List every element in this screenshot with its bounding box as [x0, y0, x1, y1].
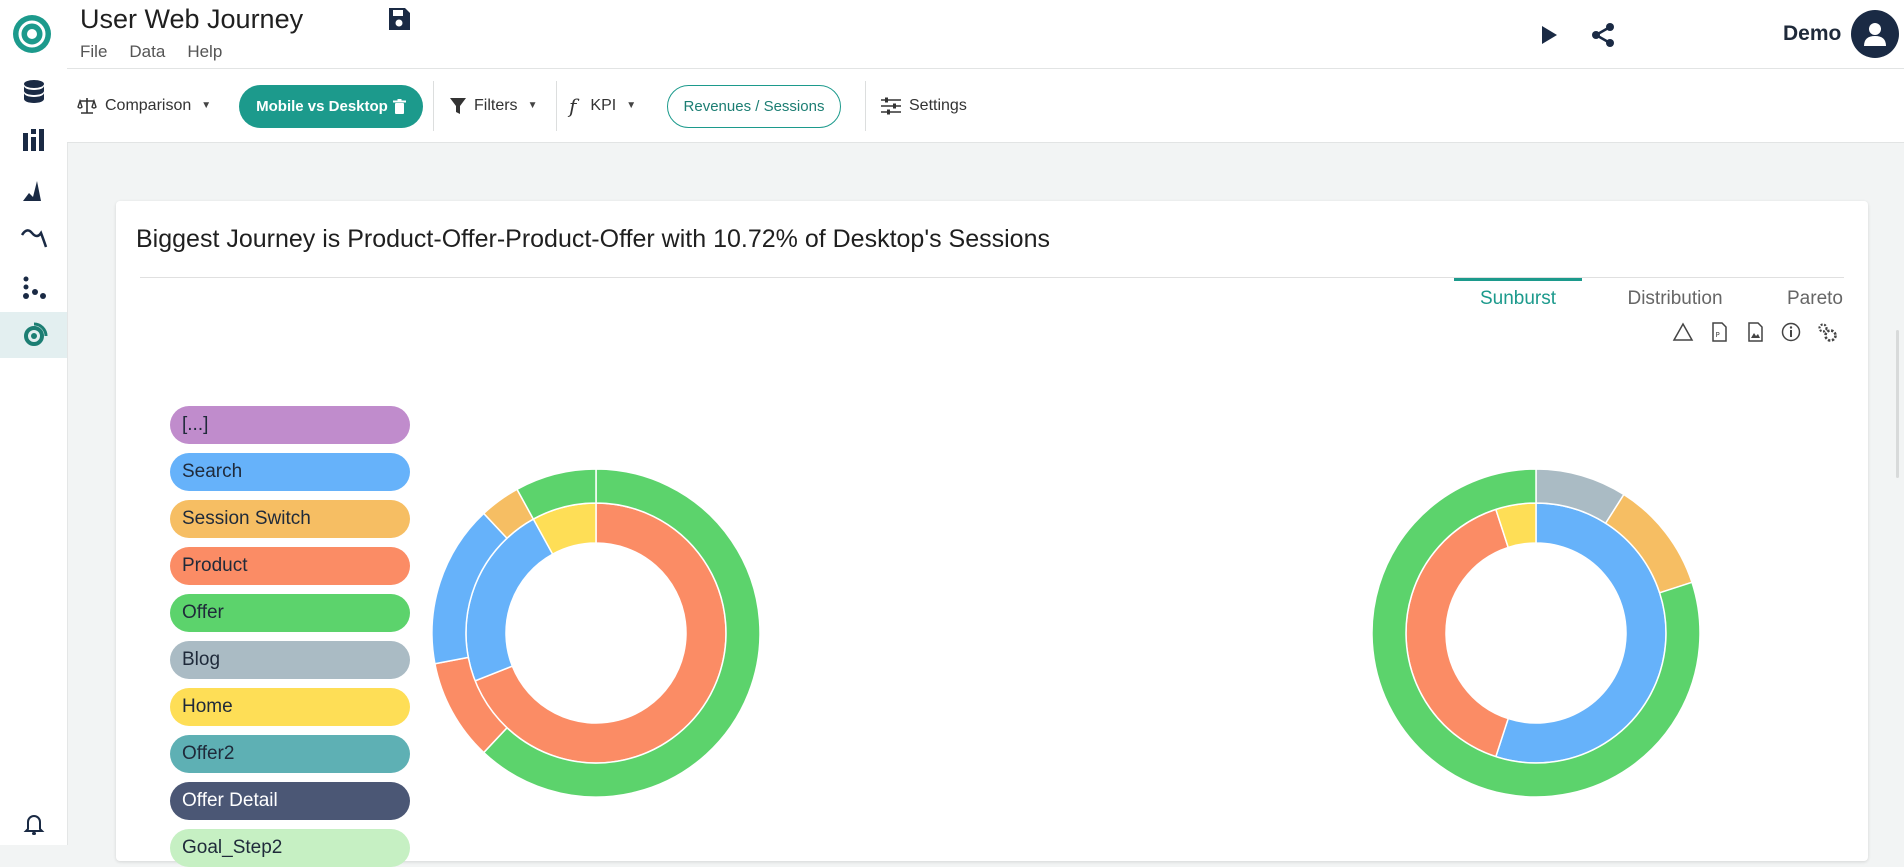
menu-help[interactable]: Help [187, 42, 222, 62]
chart-card: Biggest Journey is Product-Offer-Product… [116, 201, 1870, 867]
chart-card-title: Biggest Journey is Product-Offer-Product… [136, 225, 1050, 253]
tab-sunburst[interactable]: Sunburst [1454, 278, 1582, 317]
app-logo-icon[interactable] [12, 14, 52, 54]
scatter-icon[interactable] [0, 266, 67, 310]
left-sidebar [0, 0, 68, 845]
legend-item-label: [...] [182, 414, 209, 435]
legend-item-label: Offer Detail [182, 790, 278, 811]
divider [433, 81, 434, 131]
divider [140, 277, 1844, 278]
share-icon[interactable] [1588, 20, 1618, 50]
pdf-icon[interactable]: P [1708, 321, 1730, 343]
menu-file[interactable]: File [80, 42, 107, 62]
sunburst-icon[interactable] [0, 312, 67, 358]
legend-item[interactable]: Offer Detail [170, 782, 410, 820]
legend-item[interactable]: Home [170, 688, 410, 726]
bell-icon[interactable] [0, 802, 67, 846]
tab-pareto[interactable]: Pareto [1760, 281, 1870, 317]
settings-label: Settings [909, 96, 967, 114]
legend-item[interactable]: Search [170, 453, 410, 491]
function-icon: f [569, 93, 577, 118]
legend-item-label: Blog [182, 649, 221, 670]
comparison-label: Comparison [105, 96, 192, 114]
legend-item[interactable]: [...] [170, 406, 410, 444]
legend-item-label: Session Switch [182, 508, 311, 529]
sunburst-chart-mobile[interactable] [426, 421, 766, 861]
legend-item-label: Search [182, 461, 243, 482]
save-icon[interactable] [385, 5, 413, 33]
scrollbar[interactable] [1896, 330, 1899, 478]
menu-data[interactable]: Data [129, 42, 165, 62]
toolbar: Comparison ▼ Mobile vs Desktop Filters ▼… [67, 69, 1904, 143]
legend-item-label: Offer [182, 602, 224, 623]
comparison-dropdown[interactable]: Comparison ▼ [77, 69, 211, 142]
gears-icon[interactable] [1816, 321, 1838, 343]
tab-distribution[interactable]: Distribution [1590, 281, 1760, 317]
divider [556, 81, 557, 131]
legend-item[interactable]: Product [170, 547, 410, 585]
chevron-down-icon: ▼ [201, 100, 212, 111]
comparison-chip[interactable]: Mobile vs Desktop [239, 85, 423, 128]
user-icon [1864, 23, 1886, 46]
kpi-dropdown[interactable]: f KPI ▼ [569, 69, 636, 142]
database-icon[interactable] [0, 70, 67, 114]
filters-dropdown[interactable]: Filters ▼ [450, 69, 537, 142]
kpi-value: Revenues / Sessions [683, 98, 825, 115]
menu-bar: File Data Help [80, 42, 222, 62]
app-title: User Web Journey [80, 4, 304, 34]
legend-item[interactable]: Session Switch [170, 500, 410, 538]
image-icon[interactable] [1744, 321, 1766, 343]
app-header: User Web Journey File Data Help Demo [67, 0, 1904, 69]
info-icon[interactable] [1780, 321, 1802, 343]
balance-scale-icon [77, 97, 97, 114]
play-icon[interactable] [1533, 20, 1563, 50]
warning-icon[interactable] [1672, 321, 1694, 343]
kpi-chip[interactable]: Revenues / Sessions [667, 85, 841, 128]
sliders-icon [881, 97, 901, 114]
legend-item-label: Home [182, 696, 233, 717]
avatar[interactable] [1851, 10, 1899, 58]
chevron-down-icon: ▼ [527, 100, 538, 111]
divider [865, 81, 866, 131]
legend-item-label: Offer2 [182, 743, 235, 764]
filter-icon [450, 97, 466, 114]
sunburst-chart-desktop[interactable] [1366, 421, 1706, 861]
svg-text:P: P [1716, 331, 1720, 339]
legend-item[interactable]: Offer [170, 594, 410, 632]
chart-toolbar: P [1672, 321, 1838, 343]
legend-item-label: Product [182, 555, 248, 576]
legend-item-label: Goal_Step2 [182, 837, 283, 858]
trash-icon[interactable] [392, 99, 406, 114]
histogram-icon[interactable] [0, 168, 67, 212]
trend-line-icon[interactable] [0, 214, 67, 258]
kpi-label: KPI [590, 96, 617, 114]
legend-item[interactable]: Offer2 [170, 735, 410, 773]
filters-label: Filters [474, 96, 518, 114]
settings-button[interactable]: Settings [881, 69, 967, 142]
chevron-down-icon: ▼ [626, 100, 637, 111]
comparison-value: Mobile vs Desktop [256, 98, 388, 115]
legend-item[interactable]: Blog [170, 641, 410, 679]
bar-chart-icon[interactable] [0, 118, 67, 162]
legend-item[interactable]: Goal_Step2 [170, 829, 410, 867]
user-name[interactable]: Demo [1783, 22, 1841, 46]
